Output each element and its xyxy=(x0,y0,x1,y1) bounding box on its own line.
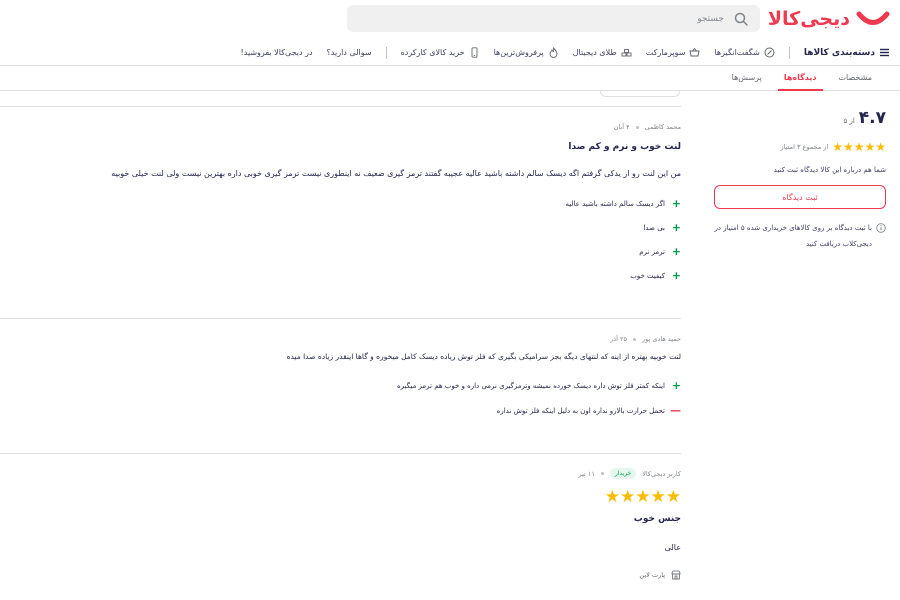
review-body: من این لنت رو از یدکی گرفتم اگه دیسک سال… xyxy=(111,169,681,178)
header: دیجی‌کالا xyxy=(0,0,900,38)
buyer-badge: خریدار xyxy=(609,468,637,479)
review-pro: + ترمز نرم xyxy=(639,245,681,258)
nav-amazing-label: شگفت‌انگیزها xyxy=(714,48,760,57)
review-item: محمد کاظمی ۴ آبان لنت خوب و نرم و کم صدا… xyxy=(0,106,681,318)
review-con: — تحمل حرارت بالارو نداره اون به دلیل ای… xyxy=(497,404,681,417)
star-rating-icon: ★★★★★ xyxy=(832,140,886,154)
review-pro: + اگر دیسک سالم داشته باشید عالیه xyxy=(566,197,681,210)
plus-icon: + xyxy=(671,197,681,210)
nav-faq-label: سوالی دارید؟ xyxy=(326,48,372,57)
tab-questions[interactable]: پرسش‌ها xyxy=(726,66,768,91)
product-tabs: مشخصات دیدگاه‌ها پرسش‌ها xyxy=(0,66,900,91)
submit-review-button[interactable]: ثبت دیدگاه xyxy=(714,185,886,209)
review-title: لنت خوب و نرم و کم صدا xyxy=(568,142,681,152)
nav-separator xyxy=(385,46,387,59)
gold-icon xyxy=(621,49,632,57)
reviews-list: محمد کاظمی ۴ آبان لنت خوب و نرم و کم صدا… xyxy=(0,91,690,600)
review-title: جنس خوب xyxy=(633,514,681,524)
rating-stars-row: ★★★★★ از مجموع ۳ امتیاز xyxy=(714,140,886,154)
basket-icon xyxy=(689,47,701,57)
digikala-logo[interactable]: دیجی‌کالا xyxy=(768,8,890,30)
fire-icon xyxy=(549,47,558,58)
review-pro: + کیفیت خوب xyxy=(630,269,681,282)
rating-max: از ۵ xyxy=(843,117,855,125)
review-item: حمید هادی پور ۲۵ آذر لنت خوبیه بهتره از … xyxy=(0,318,681,453)
rating-value: ۴.۷ xyxy=(858,108,886,128)
search-bar[interactable] xyxy=(347,5,760,32)
nav-sell-label: در دیجی‌کالا بفروشید! xyxy=(240,48,313,57)
logo-smile-icon xyxy=(856,11,890,25)
review-stars-icon: ★★★★★ xyxy=(604,487,681,507)
review-meta: حمید هادی پور ۲۵ آذر xyxy=(610,335,681,343)
review-date: ۱۱ تیر xyxy=(578,469,595,478)
seller-name: پارت لاین xyxy=(639,571,665,579)
nav-bestsellers[interactable]: پرفروش‌ترین‌ها xyxy=(494,47,559,58)
review-author: کاربر دیجی‌کالا xyxy=(642,469,681,478)
nav-sell-on-digikala[interactable]: در دیجی‌کالا بفروشید! xyxy=(241,48,313,57)
search-input[interactable] xyxy=(424,13,724,24)
club-points-info: با ثبت دیدگاه بر روی کالاهای خریداری شده… xyxy=(714,220,886,252)
plus-icon: + xyxy=(671,269,681,282)
nav-used-goods[interactable]: خرید کالای کارکرده xyxy=(401,47,480,58)
nav-used-label: خرید کالای کارکرده xyxy=(400,48,465,57)
review-seller: پارت لاین xyxy=(639,570,681,580)
tab-specs[interactable]: مشخصات xyxy=(833,66,879,91)
pro-text: کیفیت خوب xyxy=(630,271,665,280)
review-pro: + بی صدا xyxy=(643,221,681,234)
search-icon xyxy=(734,12,748,26)
pro-text: اگر دیسک سالم داشته باشید عالیه xyxy=(565,199,665,208)
percent-icon xyxy=(764,47,775,58)
plus-icon: + xyxy=(671,221,681,234)
nav-gold-label: طلای دیجیتال xyxy=(572,48,617,57)
info-icon xyxy=(876,223,886,233)
nav-bestsellers-label: پرفروش‌ترین‌ها xyxy=(493,48,544,57)
logo-text: دیجی‌کالا xyxy=(767,8,851,30)
review-author: محمد کاظمی xyxy=(644,123,681,131)
menu-icon xyxy=(880,48,889,57)
plus-icon: + xyxy=(671,379,681,392)
review-item: کاربر دیجی‌کالا خریدار ۱۱ تیر ★★★★★ جنس … xyxy=(0,453,681,600)
review-body: لنت خوبیه بهتره از اینه که لنتهای دیگه ب… xyxy=(286,352,681,361)
review-body: عالی xyxy=(664,543,681,552)
nav-supermarket[interactable]: سوپرمارکت xyxy=(646,47,701,58)
sort-pill[interactable] xyxy=(600,91,680,97)
review-meta: محمد کاظمی ۴ آبان xyxy=(614,123,681,131)
main-nav: دسته‌بندی کالاها شگفت‌انگیزها سوپرمارکت … xyxy=(0,40,900,66)
nav-categories-label: دسته‌بندی کالاها xyxy=(803,47,875,58)
minus-icon: — xyxy=(670,404,681,417)
nav-categories[interactable]: دسته‌بندی کالاها xyxy=(804,47,890,58)
review-prompt: شما هم درباره این کالا دیدگاه ثبت کنید xyxy=(773,166,886,174)
nav-supermarket-label: سوپرمارکت xyxy=(645,48,686,57)
nav-separator xyxy=(788,46,790,59)
meta-dot xyxy=(635,125,639,129)
con-text: تحمل حرارت بالارو نداره اون به دلیل اینک… xyxy=(496,406,665,415)
plus-icon: + xyxy=(671,245,681,258)
phone-icon xyxy=(471,47,478,58)
tab-reviews[interactable]: دیدگاه‌ها xyxy=(777,66,823,91)
nav-digital-gold[interactable]: طلای دیجیتال xyxy=(573,47,632,58)
pro-text: اینکه کمتر فلز توش داره دیسک خورده نمیشه… xyxy=(396,381,665,390)
pro-text: ترمز نرم xyxy=(639,247,665,256)
nav-faq[interactable]: سوالی دارید؟ xyxy=(327,48,372,57)
review-author: حمید هادی پور xyxy=(642,335,681,343)
shop-icon xyxy=(671,570,681,580)
rating-sidebar: ۴.۷ از ۵ ★★★★★ از مجموع ۳ امتیاز شما هم … xyxy=(714,108,886,252)
rating-summary: ۴.۷ از ۵ xyxy=(714,108,886,128)
nav-amazing-offers[interactable]: شگفت‌انگیزها xyxy=(714,47,775,58)
review-pro: + اینکه کمتر فلز توش داره دیسک خورده نمی… xyxy=(397,379,681,392)
review-date: ۴ آبان xyxy=(613,123,630,131)
review-date: ۲۵ آذر xyxy=(610,335,628,343)
review-meta: کاربر دیجی‌کالا خریدار ۱۱ تیر xyxy=(578,468,681,479)
meta-dot xyxy=(633,337,637,341)
pro-text: بی صدا xyxy=(643,223,665,232)
meta-dot xyxy=(600,472,604,475)
rating-count: از مجموع ۳ امتیاز xyxy=(780,143,829,151)
club-points-text: با ثبت دیدگاه بر روی کالاهای خریداری شده… xyxy=(714,224,872,248)
